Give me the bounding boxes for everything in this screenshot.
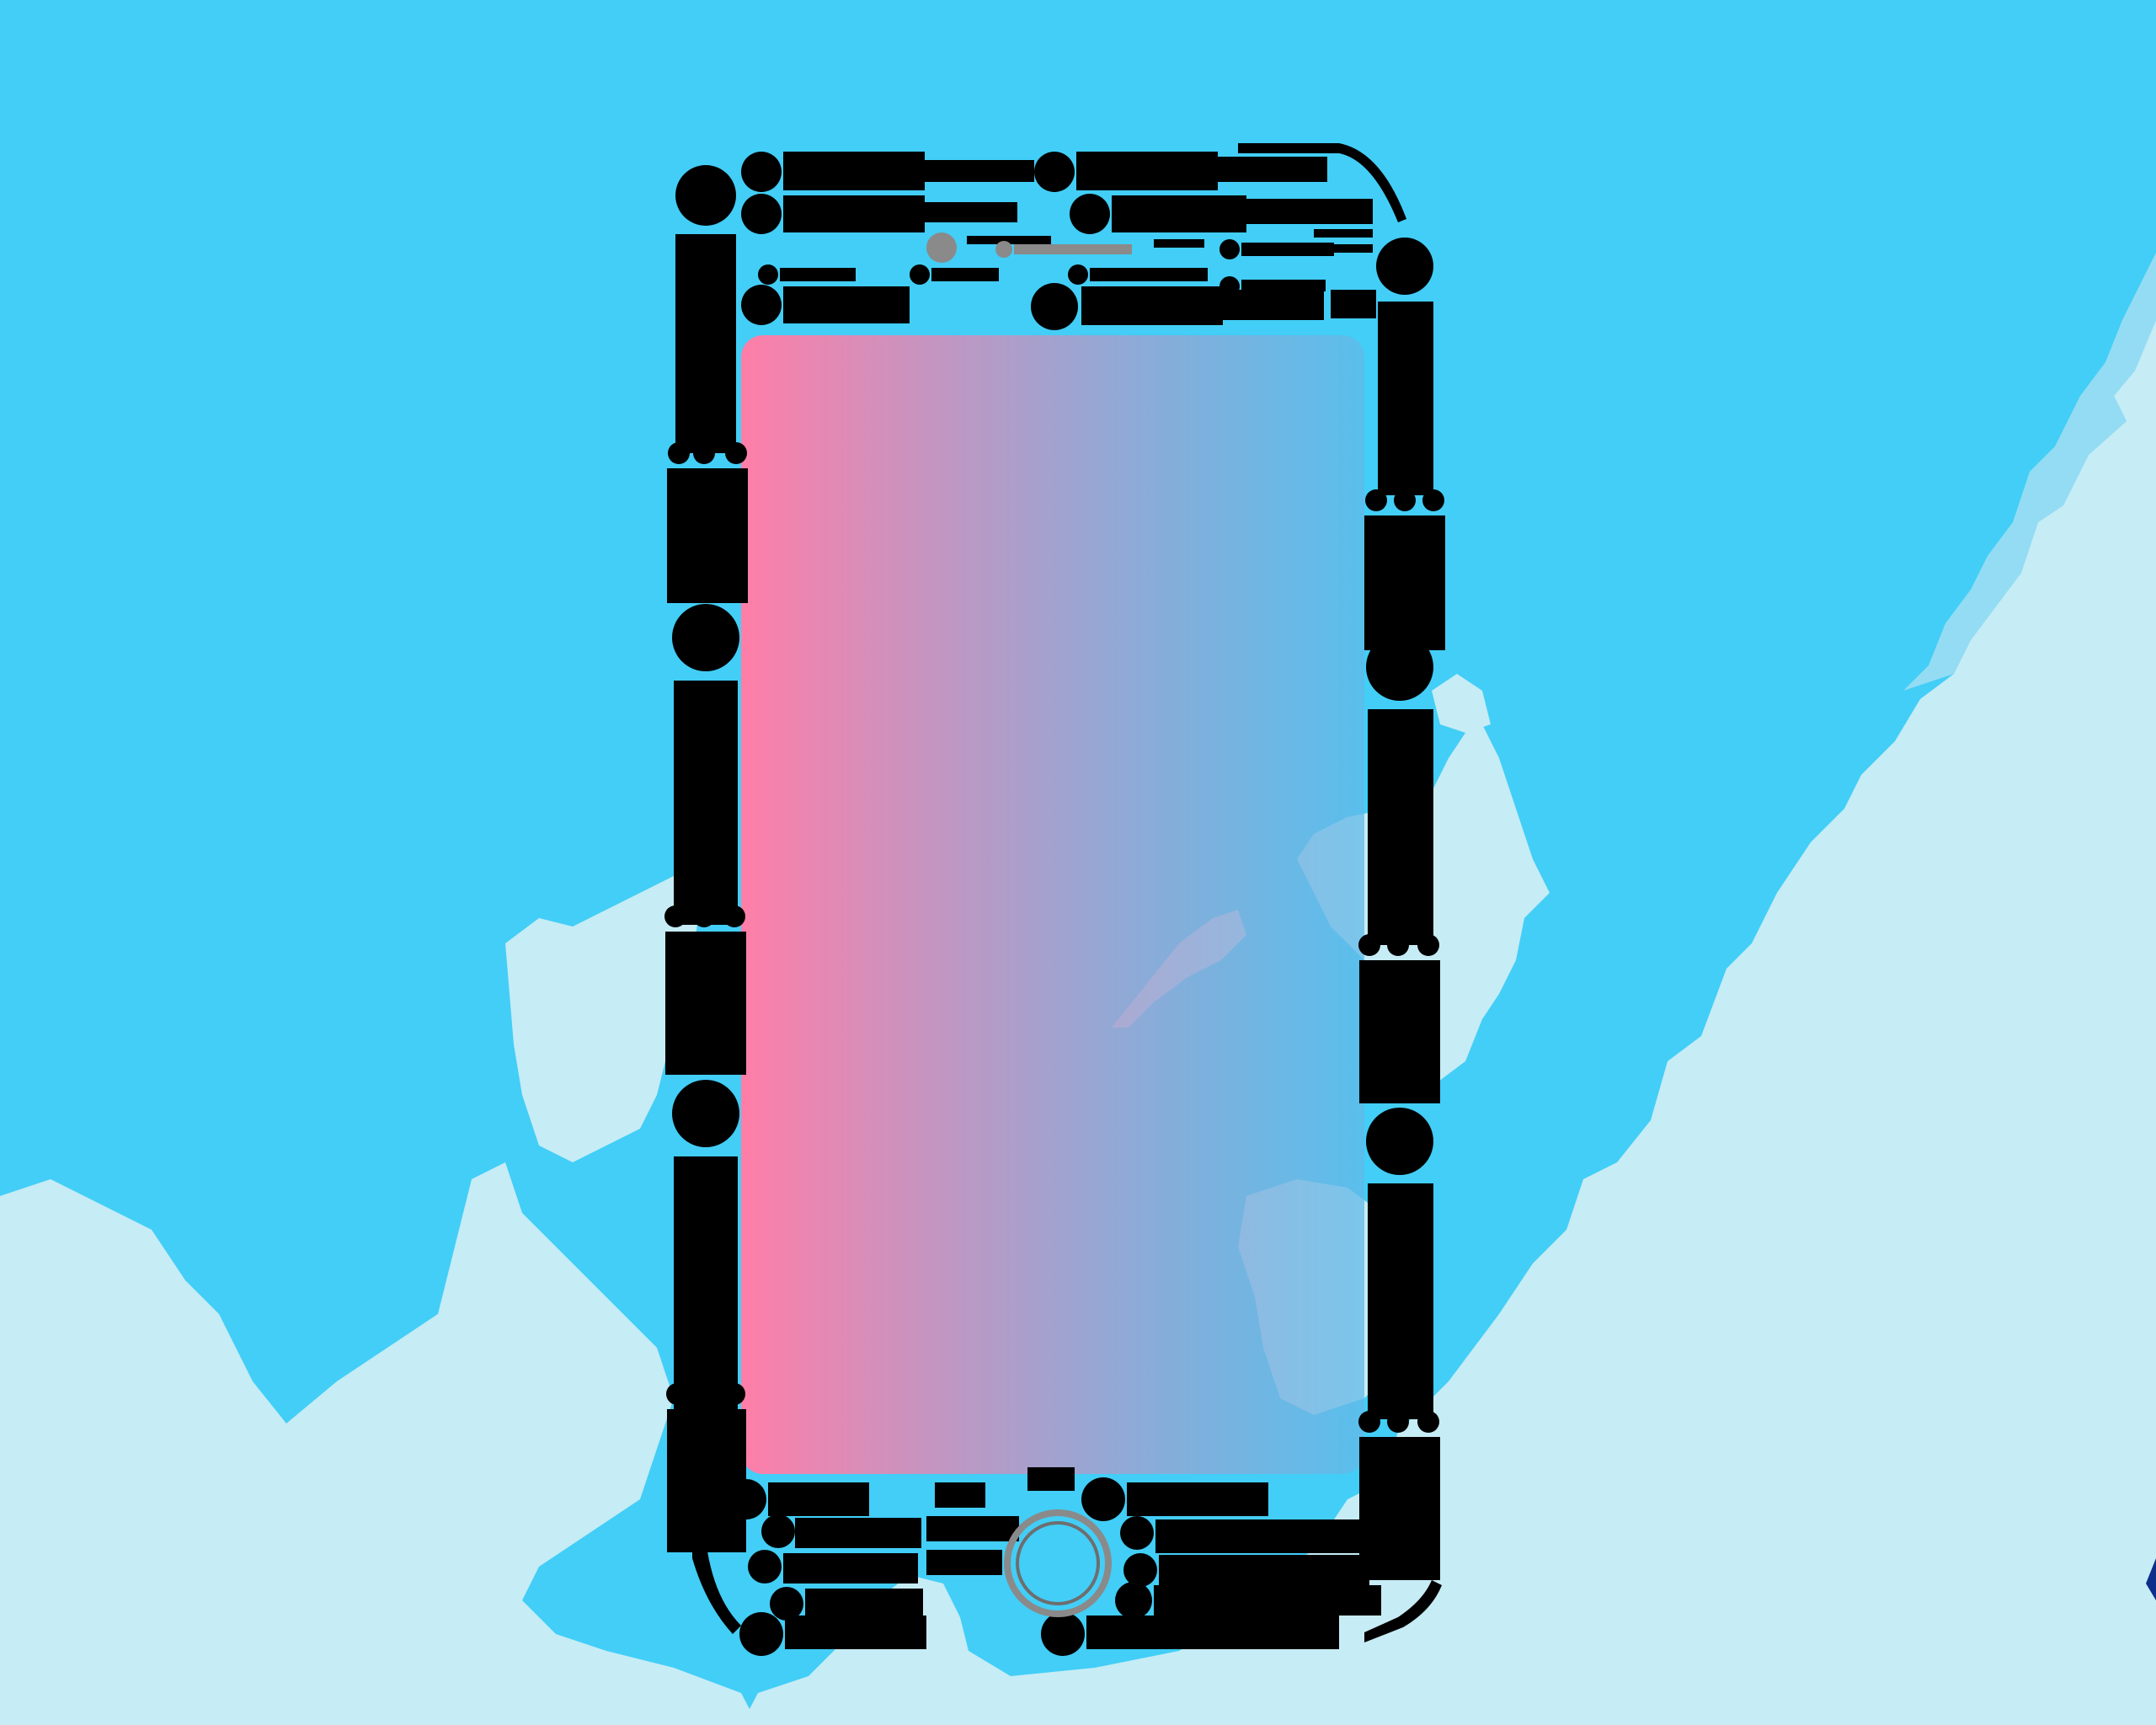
person-group-icon xyxy=(664,905,746,1075)
phone-screen xyxy=(741,335,1364,1474)
person-group-icon xyxy=(1358,1411,1440,1580)
person-silhouette-icon xyxy=(1366,633,1433,945)
bottom-frame-people xyxy=(692,1467,1442,1656)
person-silhouette-icon xyxy=(1366,1108,1433,1419)
person-silhouette-icon xyxy=(1376,238,1433,495)
phone-illustration xyxy=(664,143,1445,1656)
person-group-icon xyxy=(1358,934,1440,1103)
front-camera-icon xyxy=(926,232,957,263)
home-button-ring-icon[interactable] xyxy=(1004,1509,1112,1617)
top-frame-people xyxy=(741,143,1406,330)
person-silhouette-icon xyxy=(672,604,739,925)
right-frame-people xyxy=(1358,238,1445,1580)
person-group-icon xyxy=(1364,489,1445,650)
left-frame-people xyxy=(664,165,748,1552)
person-silhouette-icon xyxy=(675,165,736,453)
person-group-icon xyxy=(667,442,748,603)
person-silhouette-icon xyxy=(672,1080,739,1409)
